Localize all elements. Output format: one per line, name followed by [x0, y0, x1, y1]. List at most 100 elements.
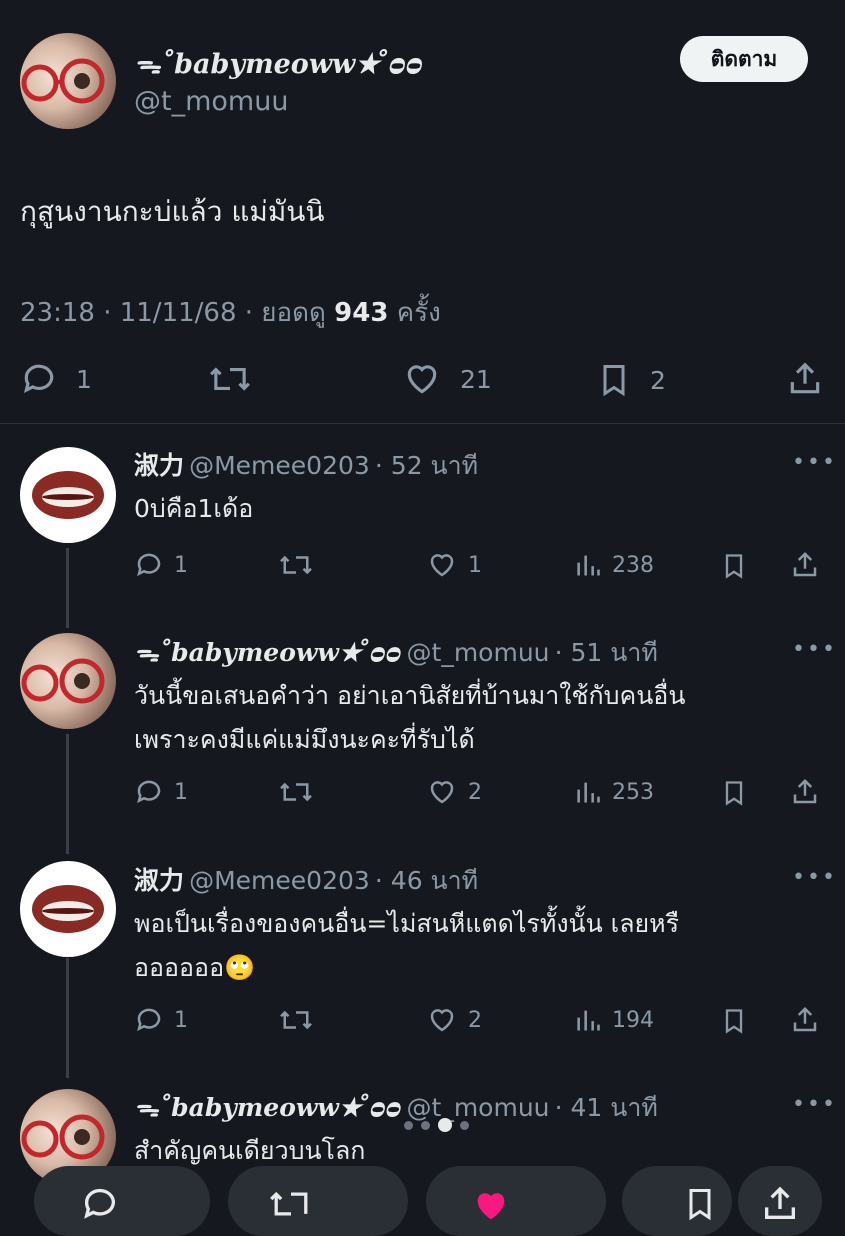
reply-author-name[interactable]: 淑力: [134, 451, 184, 480]
bottom-bookmark-pill[interactable]: [622, 1166, 732, 1236]
more-options-button[interactable]: •••: [792, 1092, 837, 1117]
reply-reply-count: 1: [174, 552, 188, 578]
reply-time: · 51 นาที: [554, 638, 658, 667]
more-options-button[interactable]: •••: [792, 865, 837, 890]
reply-text-line: 0บ่คือ1เด้อ: [134, 494, 254, 523]
retweet-button[interactable]: [208, 360, 252, 398]
reply-share-button[interactable]: [790, 777, 820, 807]
reply-avatar[interactable]: [20, 633, 116, 729]
reply-icon: [84, 1188, 115, 1219]
reply-share-button[interactable]: [790, 1005, 820, 1035]
reply-retweet-button[interactable]: [278, 777, 314, 807]
author-handle[interactable]: @t_momuu: [134, 86, 288, 117]
reply-bookmark-button[interactable]: [720, 550, 748, 582]
reply-view-count: 253: [612, 779, 654, 805]
reply-icon: [23, 364, 54, 394]
bookmark-icon: [603, 365, 625, 397]
reply-bookmark-button[interactable]: [720, 777, 748, 809]
share-icon: [765, 1186, 795, 1219]
reply-reply-button[interactable]: 1: [134, 550, 188, 580]
tweet-meta: 23:18 · 11/11/68 · ยอดดู 943 ครั้ง: [20, 292, 441, 333]
reply-text-line: เพราะคงมีแค่แม่มึงนะคะที่รับได้: [134, 725, 475, 754]
reply-author-handle[interactable]: @t_momuu: [407, 638, 550, 667]
share-icon: [793, 778, 817, 804]
page-dot: [460, 1120, 469, 1130]
page-dot-active: [438, 1118, 452, 1132]
like-button[interactable]: 21: [402, 360, 492, 398]
thread-line: [66, 548, 69, 628]
reply-avatar[interactable]: [20, 447, 116, 543]
reply-header: 淑力 @Memee0203 · 46 นาที: [134, 861, 478, 901]
reply-like-count: 1: [468, 552, 482, 578]
reply-author-name[interactable]: ᯓ˚babymeoww★ ̊ᴑᴑ: [134, 638, 401, 667]
reply-button[interactable]: 1: [20, 360, 92, 398]
reply-view-count: 194: [612, 1007, 654, 1033]
heart-icon: [407, 365, 437, 394]
reply-reply-button[interactable]: 1: [134, 1005, 188, 1035]
reply-text-line: วันนี้ขอเสนอคำว่า อย่าเอานิสัยที่บ้านมาใ…: [134, 681, 686, 710]
share-icon: [793, 551, 817, 577]
heart-filled-icon: [477, 1193, 505, 1220]
reply-reply-count: 1: [174, 779, 188, 805]
page-dot: [421, 1120, 430, 1130]
reply-author-handle[interactable]: @Memee0203: [189, 866, 370, 895]
views-chart-icon: [577, 1010, 600, 1031]
reply-author-handle[interactable]: @Memee0203: [189, 451, 370, 480]
thread-line: [66, 958, 69, 1078]
bottom-retweet-pill[interactable]: [228, 1166, 408, 1236]
reply-header: 淑力 @Memee0203 · 52 นาที: [134, 446, 478, 486]
reply-author-name[interactable]: 淑力: [134, 866, 184, 895]
reply-like-button[interactable]: 2: [426, 1005, 482, 1035]
views-chart-icon: [577, 555, 600, 576]
reply-like-count: 2: [468, 1007, 482, 1033]
main-avatar[interactable]: [20, 33, 116, 129]
reply-like-button[interactable]: 1: [426, 550, 482, 580]
reply-icon: [137, 553, 161, 577]
retweet-icon: [280, 1010, 312, 1030]
bookmark-button[interactable]: 2: [596, 360, 666, 400]
bottom-reply-pill[interactable]: [34, 1166, 210, 1236]
reply-count: 1: [76, 364, 92, 394]
follow-button[interactable]: ติดตาม: [680, 36, 808, 82]
reply-time: · 52 นาที: [374, 451, 479, 480]
reply-views-button[interactable]: 253: [574, 777, 654, 807]
bookmark-icon: [689, 1189, 711, 1221]
reply-retweet-button[interactable]: [278, 550, 314, 580]
reply-share-button[interactable]: [790, 550, 820, 580]
reply-author-name[interactable]: ᯓ˚babymeoww★ ̊ᴑᴑ: [134, 1093, 401, 1122]
reply-views-button[interactable]: 238: [574, 550, 654, 580]
bottom-share-pill[interactable]: [738, 1166, 822, 1236]
reply-reply-button[interactable]: 1: [134, 777, 188, 807]
share-icon: [793, 1006, 817, 1032]
reply-icon: [137, 780, 161, 804]
reply-bookmark-button[interactable]: [720, 1005, 748, 1037]
share-button[interactable]: [786, 360, 824, 398]
bottom-like-pill[interactable]: [426, 1166, 606, 1236]
reply-reply-count: 1: [174, 1007, 188, 1033]
reply-header: ᯓ˚babymeoww★ ̊ᴑᴑ @t_momuu · 41 นาที: [134, 1088, 658, 1128]
author-display-name[interactable]: ᯓ˚babymeoww★ ̊ᴑᴑ: [134, 44, 423, 81]
reply-views-button[interactable]: 194: [574, 1005, 654, 1035]
bookmark-icon: [725, 1009, 743, 1034]
heart-icon: [430, 1009, 454, 1032]
heart-icon: [430, 781, 454, 804]
like-count: 21: [460, 364, 492, 394]
cat-with-glasses-image: [21, 58, 105, 104]
lips-image: [32, 471, 104, 519]
lips-image: [32, 885, 104, 933]
reply-like-button[interactable]: 2: [426, 777, 482, 807]
divider: [0, 423, 845, 424]
reply-text-line: ออออออ🙄: [134, 953, 256, 982]
reply-avatar[interactable]: [20, 861, 116, 957]
bookmark-icon: [725, 554, 743, 579]
retweet-icon: [280, 555, 312, 575]
page-indicator: [404, 1118, 469, 1132]
view-count[interactable]: 943: [334, 298, 388, 328]
more-options-button[interactable]: •••: [792, 637, 837, 662]
reply-view-count: 238: [612, 552, 654, 578]
view-suffix: ครั้ง: [396, 298, 441, 328]
bookmark-icon: [725, 781, 743, 806]
views-chart-icon: [577, 782, 600, 803]
reply-retweet-button[interactable]: [278, 1005, 314, 1035]
more-options-button[interactable]: •••: [792, 450, 837, 475]
